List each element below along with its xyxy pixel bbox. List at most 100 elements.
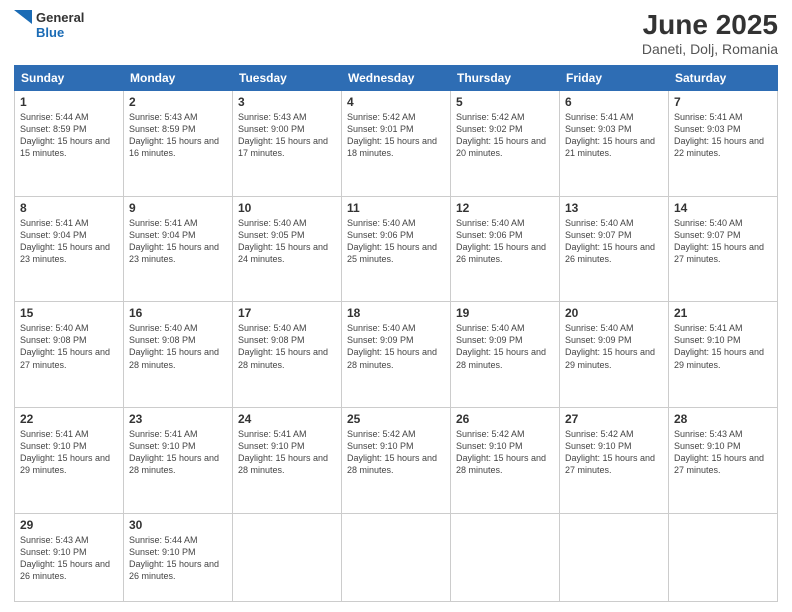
day-number: 15 <box>20 306 118 320</box>
day-info: Sunrise: 5:43 AM Sunset: 9:00 PM Dayligh… <box>238 111 336 160</box>
sunset-label: Sunset: 9:10 PM <box>20 547 87 557</box>
day-info: Sunrise: 5:42 AM Sunset: 9:10 PM Dayligh… <box>347 428 445 477</box>
table-row <box>233 513 342 601</box>
week-row-4: 22 Sunrise: 5:41 AM Sunset: 9:10 PM Dayl… <box>15 407 778 513</box>
table-row: 15 Sunrise: 5:40 AM Sunset: 9:08 PM Dayl… <box>15 302 124 408</box>
sunrise-label: Sunrise: 5:42 AM <box>565 429 634 439</box>
table-row: 5 Sunrise: 5:42 AM Sunset: 9:02 PM Dayli… <box>451 90 560 196</box>
table-row: 30 Sunrise: 5:44 AM Sunset: 9:10 PM Dayl… <box>124 513 233 601</box>
day-number: 7 <box>674 95 772 109</box>
sunset-label: Sunset: 9:06 PM <box>456 230 523 240</box>
daylight-label: Daylight: 15 hours and 26 minutes. <box>456 242 546 264</box>
sunset-label: Sunset: 9:10 PM <box>565 441 632 451</box>
day-number: 22 <box>20 412 118 426</box>
table-row: 14 Sunrise: 5:40 AM Sunset: 9:07 PM Dayl… <box>669 196 778 302</box>
day-number: 4 <box>347 95 445 109</box>
table-row: 17 Sunrise: 5:40 AM Sunset: 9:08 PM Dayl… <box>233 302 342 408</box>
table-row: 23 Sunrise: 5:41 AM Sunset: 9:10 PM Dayl… <box>124 407 233 513</box>
calendar-table: Sunday Monday Tuesday Wednesday Thursday… <box>14 65 778 602</box>
daylight-label: Daylight: 15 hours and 23 minutes. <box>129 242 219 264</box>
daylight-label: Daylight: 15 hours and 22 minutes. <box>674 136 764 158</box>
sunrise-label: Sunrise: 5:40 AM <box>456 323 525 333</box>
sunset-label: Sunset: 9:01 PM <box>347 124 414 134</box>
col-wednesday: Wednesday <box>342 65 451 90</box>
sunset-label: Sunset: 9:02 PM <box>456 124 523 134</box>
daylight-label: Daylight: 15 hours and 25 minutes. <box>347 242 437 264</box>
daylight-label: Daylight: 15 hours and 27 minutes. <box>674 453 764 475</box>
table-row: 7 Sunrise: 5:41 AM Sunset: 9:03 PM Dayli… <box>669 90 778 196</box>
sunrise-label: Sunrise: 5:41 AM <box>674 323 743 333</box>
sunrise-label: Sunrise: 5:40 AM <box>238 218 307 228</box>
day-number: 29 <box>20 518 118 532</box>
sunrise-label: Sunrise: 5:40 AM <box>347 218 416 228</box>
day-number: 5 <box>456 95 554 109</box>
sunrise-label: Sunrise: 5:42 AM <box>347 112 416 122</box>
table-row: 6 Sunrise: 5:41 AM Sunset: 9:03 PM Dayli… <box>560 90 669 196</box>
sunset-label: Sunset: 8:59 PM <box>129 124 196 134</box>
daylight-label: Daylight: 15 hours and 26 minutes. <box>20 559 110 581</box>
day-info: Sunrise: 5:40 AM Sunset: 9:06 PM Dayligh… <box>456 217 554 266</box>
sunset-label: Sunset: 9:08 PM <box>20 335 87 345</box>
sunrise-label: Sunrise: 5:40 AM <box>20 323 89 333</box>
day-number: 19 <box>456 306 554 320</box>
sunrise-label: Sunrise: 5:43 AM <box>129 112 198 122</box>
daylight-label: Daylight: 15 hours and 29 minutes. <box>565 347 655 369</box>
table-row: 21 Sunrise: 5:41 AM Sunset: 9:10 PM Dayl… <box>669 302 778 408</box>
day-info: Sunrise: 5:41 AM Sunset: 9:10 PM Dayligh… <box>129 428 227 477</box>
day-number: 13 <box>565 201 663 215</box>
day-number: 30 <box>129 518 227 532</box>
sunset-label: Sunset: 9:07 PM <box>565 230 632 240</box>
daylight-label: Daylight: 15 hours and 27 minutes. <box>565 453 655 475</box>
day-info: Sunrise: 5:41 AM Sunset: 9:10 PM Dayligh… <box>238 428 336 477</box>
calendar-title: June 2025 <box>642 10 778 41</box>
table-row <box>560 513 669 601</box>
col-saturday: Saturday <box>669 65 778 90</box>
day-info: Sunrise: 5:42 AM Sunset: 9:02 PM Dayligh… <box>456 111 554 160</box>
table-row: 8 Sunrise: 5:41 AM Sunset: 9:04 PM Dayli… <box>15 196 124 302</box>
daylight-label: Daylight: 15 hours and 29 minutes. <box>674 347 764 369</box>
daylight-label: Daylight: 15 hours and 15 minutes. <box>20 136 110 158</box>
day-number: 14 <box>674 201 772 215</box>
table-row: 1 Sunrise: 5:44 AM Sunset: 8:59 PM Dayli… <box>15 90 124 196</box>
sunset-label: Sunset: 9:07 PM <box>674 230 741 240</box>
day-info: Sunrise: 5:40 AM Sunset: 9:07 PM Dayligh… <box>674 217 772 266</box>
daylight-label: Daylight: 15 hours and 21 minutes. <box>565 136 655 158</box>
day-info: Sunrise: 5:40 AM Sunset: 9:06 PM Dayligh… <box>347 217 445 266</box>
day-info: Sunrise: 5:44 AM Sunset: 8:59 PM Dayligh… <box>20 111 118 160</box>
day-info: Sunrise: 5:40 AM Sunset: 9:09 PM Dayligh… <box>456 322 554 371</box>
sunrise-label: Sunrise: 5:42 AM <box>347 429 416 439</box>
day-number: 6 <box>565 95 663 109</box>
daylight-label: Daylight: 15 hours and 28 minutes. <box>129 453 219 475</box>
table-row: 2 Sunrise: 5:43 AM Sunset: 8:59 PM Dayli… <box>124 90 233 196</box>
day-number: 8 <box>20 201 118 215</box>
sunrise-label: Sunrise: 5:40 AM <box>129 323 198 333</box>
header: General Blue June 2025 Daneti, Dolj, Rom… <box>14 10 778 57</box>
col-friday: Friday <box>560 65 669 90</box>
sunrise-label: Sunrise: 5:42 AM <box>456 112 525 122</box>
sunrise-label: Sunrise: 5:40 AM <box>565 323 634 333</box>
sunrise-label: Sunrise: 5:43 AM <box>20 535 89 545</box>
day-info: Sunrise: 5:43 AM Sunset: 8:59 PM Dayligh… <box>129 111 227 160</box>
day-info: Sunrise: 5:43 AM Sunset: 9:10 PM Dayligh… <box>20 534 118 583</box>
daylight-label: Daylight: 15 hours and 17 minutes. <box>238 136 328 158</box>
day-info: Sunrise: 5:41 AM Sunset: 9:03 PM Dayligh… <box>565 111 663 160</box>
sunrise-label: Sunrise: 5:41 AM <box>674 112 743 122</box>
day-number: 25 <box>347 412 445 426</box>
day-info: Sunrise: 5:41 AM Sunset: 9:04 PM Dayligh… <box>20 217 118 266</box>
table-row: 12 Sunrise: 5:40 AM Sunset: 9:06 PM Dayl… <box>451 196 560 302</box>
sunrise-label: Sunrise: 5:40 AM <box>347 323 416 333</box>
sunrise-label: Sunrise: 5:40 AM <box>456 218 525 228</box>
daylight-label: Daylight: 15 hours and 28 minutes. <box>129 347 219 369</box>
sunset-label: Sunset: 9:10 PM <box>674 441 741 451</box>
sunset-label: Sunset: 9:08 PM <box>238 335 305 345</box>
col-monday: Monday <box>124 65 233 90</box>
table-row: 20 Sunrise: 5:40 AM Sunset: 9:09 PM Dayl… <box>560 302 669 408</box>
sunset-label: Sunset: 9:09 PM <box>565 335 632 345</box>
calendar-subtitle: Daneti, Dolj, Romania <box>642 41 778 57</box>
day-number: 11 <box>347 201 445 215</box>
header-row: Sunday Monday Tuesday Wednesday Thursday… <box>15 65 778 90</box>
sunrise-label: Sunrise: 5:43 AM <box>674 429 743 439</box>
day-info: Sunrise: 5:42 AM Sunset: 9:10 PM Dayligh… <box>565 428 663 477</box>
week-row-5: 29 Sunrise: 5:43 AM Sunset: 9:10 PM Dayl… <box>15 513 778 601</box>
day-number: 9 <box>129 201 227 215</box>
